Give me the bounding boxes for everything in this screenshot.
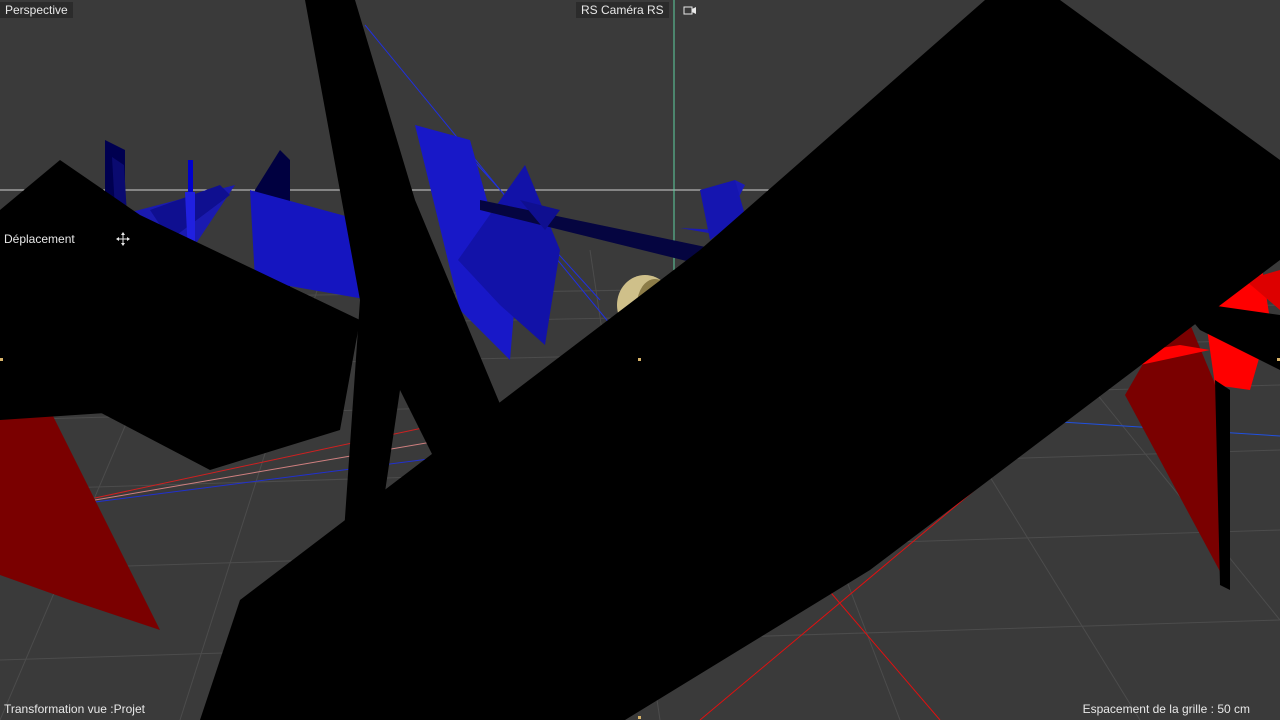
camera-label[interactable]: RS Caméra RS: [576, 2, 669, 18]
3d-viewport[interactable]: [0, 0, 1280, 720]
view-transform-label: Transformation vue :Projet: [4, 702, 145, 716]
move-tool-label: Déplacement: [4, 232, 75, 246]
grid-spacing-label: Espacement de la grille : 50 cm: [1082, 702, 1250, 716]
view-mode-label[interactable]: Perspective: [0, 2, 73, 18]
move-cross-icon: [116, 232, 130, 246]
camera-icon[interactable]: [682, 2, 698, 18]
